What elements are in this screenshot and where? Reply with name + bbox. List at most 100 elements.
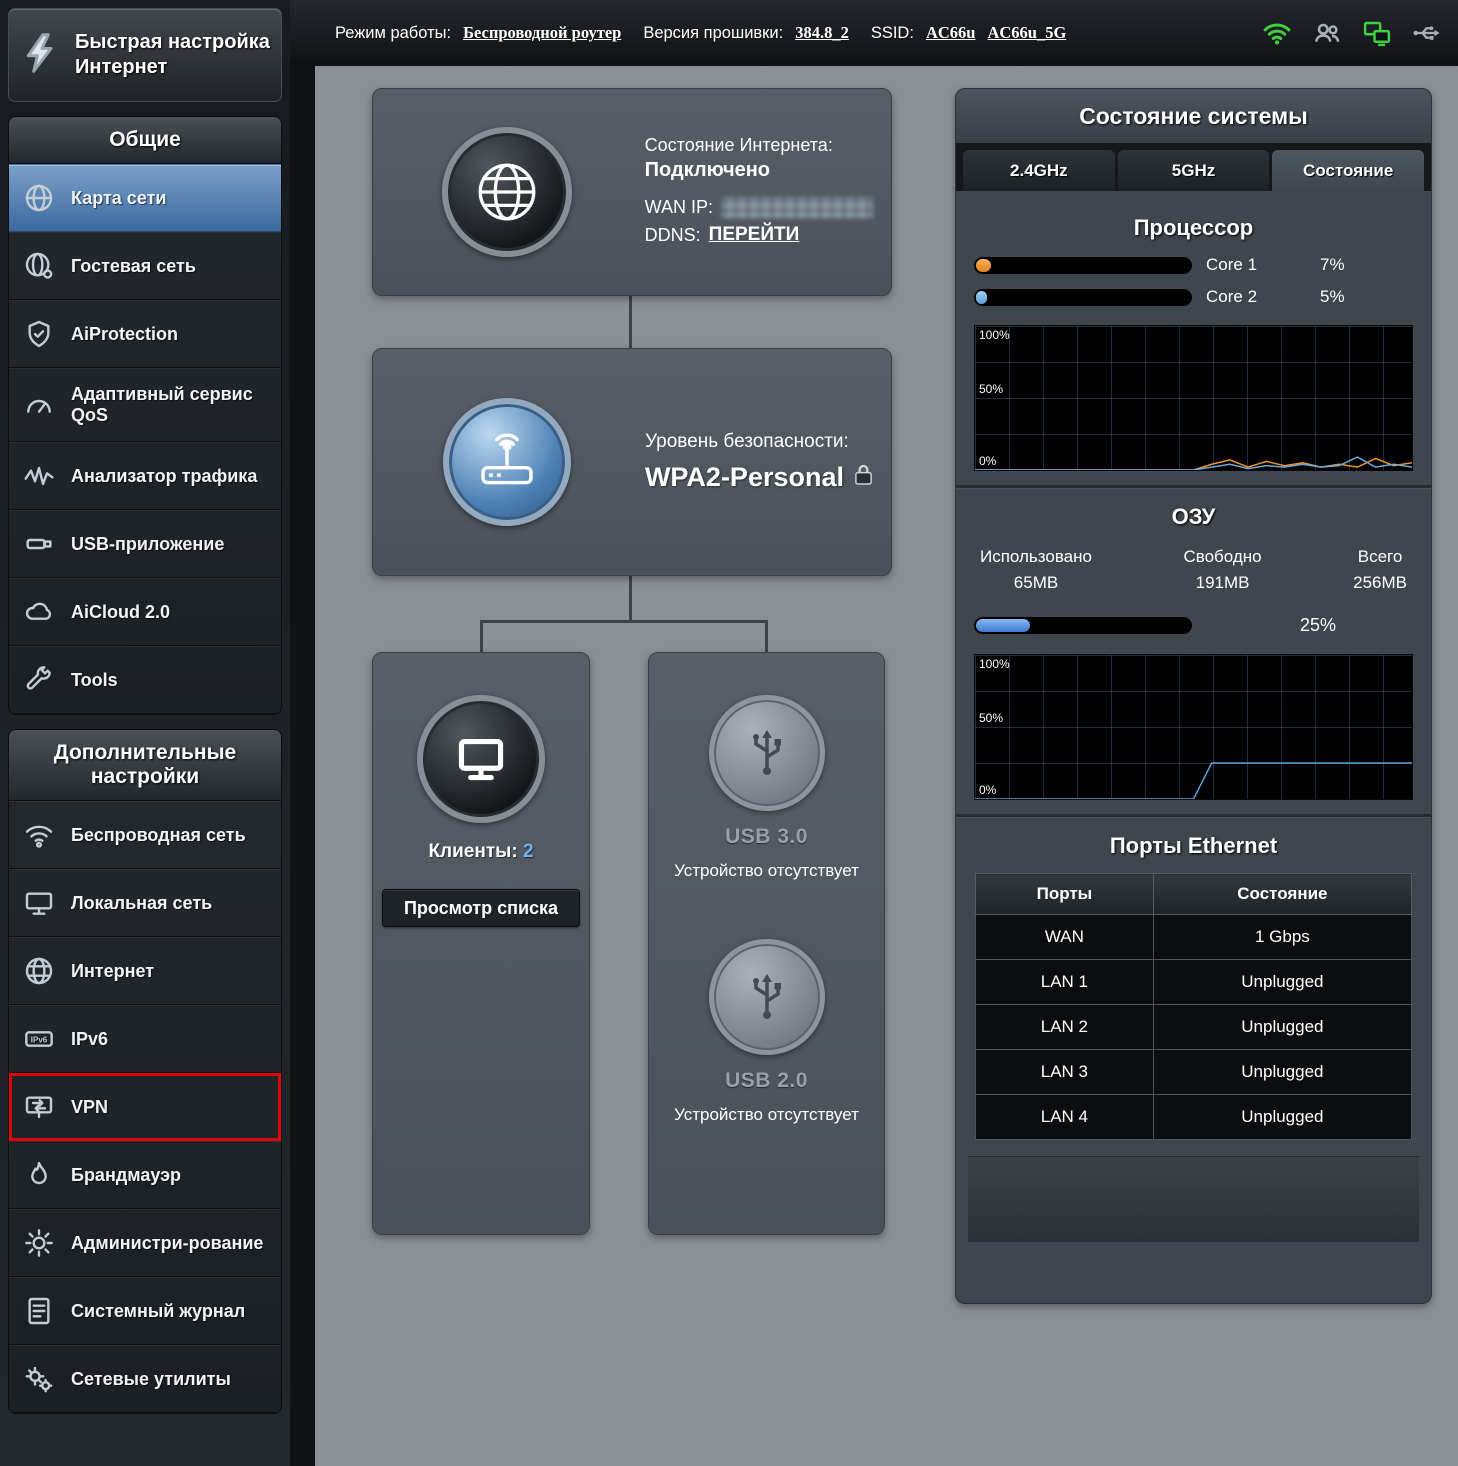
sidebar-item-traffic-analyzer[interactable]: Анализатор трафика (9, 442, 281, 510)
sidebar-item-vpn[interactable]: VPN (9, 1073, 281, 1141)
wrench-icon (21, 662, 57, 698)
security-level-value: WPA2-Personal (645, 462, 844, 493)
tab-5ghz[interactable]: 5GHz (1118, 150, 1270, 191)
cpu-core2-row: Core 2 5% (974, 287, 1413, 307)
sidebar-item-qos[interactable]: Адаптивный сервис QoS (9, 368, 281, 442)
sidebar-header-general: Общие (9, 117, 281, 164)
clients-count: 2 (523, 841, 534, 862)
usb-icon[interactable] (1412, 18, 1442, 48)
usb2-title: USB 2.0 (649, 1069, 884, 1093)
sidebar-item-aiprotection[interactable]: AiProtection (9, 300, 281, 368)
cpu-core2-bar (974, 289, 1192, 306)
ssid-5ghz-link[interactable]: AC66u_5G (987, 23, 1066, 43)
sidebar-item-lan[interactable]: Локальная сеть (9, 869, 281, 937)
clients-card[interactable]: Клиенты: 2 Просмотр списка (372, 652, 590, 1235)
cpu-axis-50: 50% (979, 382, 1003, 396)
sidebar-item-ipv6[interactable]: IPv6 IPv6 (9, 1005, 281, 1073)
table-row: LAN 1 Unplugged (976, 960, 1412, 1005)
svg-text:IPv6: IPv6 (31, 1036, 48, 1045)
system-status-title: Состояние системы (956, 89, 1431, 143)
security-card[interactable]: Уровень безопасности: WPA2-Personal (372, 348, 892, 576)
cpu-core2-name: Core 2 (1206, 287, 1272, 307)
sidebar-item-wan[interactable]: Интернет (9, 937, 281, 1005)
wan-ip-value-redacted (721, 197, 873, 218)
sidebar-item-label: Карта сети (71, 188, 166, 209)
sidebar-item-label: AiProtection (71, 324, 178, 345)
sidebar-item-network-tools[interactable]: Сетевые утилиты (9, 1345, 281, 1413)
operation-mode-label: Режим работы: (335, 24, 451, 43)
sidebar-section-advanced: Дополнительные настройки Беспроводная се… (8, 729, 282, 1414)
cpu-section-title: Процессор (968, 215, 1419, 241)
sidebar-item-firewall[interactable]: Брандмауэр (9, 1141, 281, 1209)
clients-monitor-icon (417, 695, 545, 823)
globe-icon (21, 953, 57, 989)
guest-network-icon (21, 248, 57, 284)
tab-status[interactable]: Состояние (1272, 150, 1424, 191)
sidebar-item-system-log[interactable]: Системный журнал (9, 1277, 281, 1345)
ram-axis-100: 100% (979, 657, 1010, 671)
quick-setup-label: Быстрая настройка Интернет (75, 30, 271, 80)
port-status: Unplugged (1153, 1005, 1411, 1050)
connector-usb (765, 620, 768, 652)
sidebar-item-network-map[interactable]: Карта сети (9, 164, 281, 232)
ddns-go-link[interactable]: ПЕРЕЙТИ (709, 224, 800, 246)
ethernet-header-ports: Порты (976, 874, 1154, 915)
tab-24ghz[interactable]: 2.4GHz (963, 150, 1115, 191)
ethernet-section-title: Порты Ethernet (968, 833, 1419, 859)
gauge-icon (21, 387, 57, 423)
quick-internet-setup-button[interactable]: Быстрая настройка Интернет (8, 8, 282, 102)
sidebar-item-label: USB-приложение (71, 534, 224, 555)
ethernet-header-status: Состояние (1153, 874, 1411, 915)
ram-total-label: Всего (1353, 544, 1407, 570)
firmware-version-link[interactable]: 384.8_2 (795, 23, 849, 43)
connector-clients (480, 620, 483, 652)
ram-stats: Использовано65MB Свободно191MB Всего256M… (968, 544, 1419, 595)
firmware-label: Версия прошивки: (643, 24, 783, 43)
clients-label: Клиенты: (428, 841, 517, 862)
internet-status-value: Подключено (645, 159, 873, 182)
view-client-list-button[interactable]: Просмотр списка (382, 889, 580, 927)
sidebar-item-administration[interactable]: Администри-рование (9, 1209, 281, 1277)
sidebar-item-label: VPN (71, 1097, 108, 1118)
topbar-status-icons (1262, 0, 1442, 66)
sidebar-header-advanced: Дополнительные настройки (9, 730, 281, 801)
usb2-icon (709, 939, 825, 1055)
table-row: LAN 3 Unplugged (976, 1050, 1412, 1095)
sidebar-item-tools[interactable]: Tools (9, 646, 281, 714)
operation-mode-link[interactable]: Беспроводной роутер (463, 23, 621, 43)
ram-total-value: 256MB (1353, 570, 1407, 596)
usb3-icon (709, 695, 825, 811)
sidebar-item-wireless[interactable]: Беспроводная сеть (9, 801, 281, 869)
usb3-title: USB 3.0 (649, 825, 884, 849)
sidebar-item-usb-application[interactable]: USB-приложение (9, 510, 281, 578)
sidebar-item-label: Администри-рование (71, 1233, 263, 1254)
usb-devices-card[interactable]: USB 3.0 Устройство отсутствует USB 2.0 У… (648, 652, 885, 1235)
document-icon (21, 1293, 57, 1329)
internet-status-card[interactable]: Состояние Интернета: Подключено WAN IP: … (372, 88, 892, 296)
ram-percent: 25% (1300, 615, 1336, 636)
monitor-icon (21, 885, 57, 921)
cpu-axis-100: 100% (979, 328, 1010, 342)
ssid-24ghz-link[interactable]: AC66u (926, 23, 976, 43)
sidebar-item-guest-network[interactable]: Гостевая сеть (9, 232, 281, 300)
ram-usage-graph: 100% 50% 0% (974, 654, 1413, 800)
sidebar-item-label: Сетевые утилиты (71, 1369, 231, 1390)
port-status: Unplugged (1153, 1050, 1411, 1095)
ram-section-title: ОЗУ (968, 504, 1419, 530)
cpu-core1-name: Core 1 (1206, 255, 1272, 275)
port-name: WAN (976, 915, 1154, 960)
clients-icon[interactable] (1312, 18, 1342, 48)
connector-internet-router (629, 296, 632, 348)
usb2-status: Устройство отсутствует (667, 1103, 866, 1127)
sidebar-section-general: Общие Карта сети Гостевая сеть AiProtect… (8, 116, 282, 715)
lan-icon[interactable] (1362, 18, 1392, 48)
sidebar-item-label: AiCloud 2.0 (71, 602, 170, 623)
ram-bar-row: 25% (974, 615, 1413, 636)
wifi-signal-icon (21, 817, 57, 853)
wifi-icon[interactable] (1262, 18, 1292, 48)
usb3-status: Устройство отсутствует (667, 859, 866, 883)
ethernet-ports-table: Порты Состояние WAN 1 Gbps LAN 1 Unplugg… (975, 873, 1412, 1140)
sidebar-item-aicloud[interactable]: AiCloud 2.0 (9, 578, 281, 646)
wan-ip-label: WAN IP: (645, 197, 713, 218)
main-content: Состояние Интернета: Подключено WAN IP: … (315, 66, 1458, 1466)
